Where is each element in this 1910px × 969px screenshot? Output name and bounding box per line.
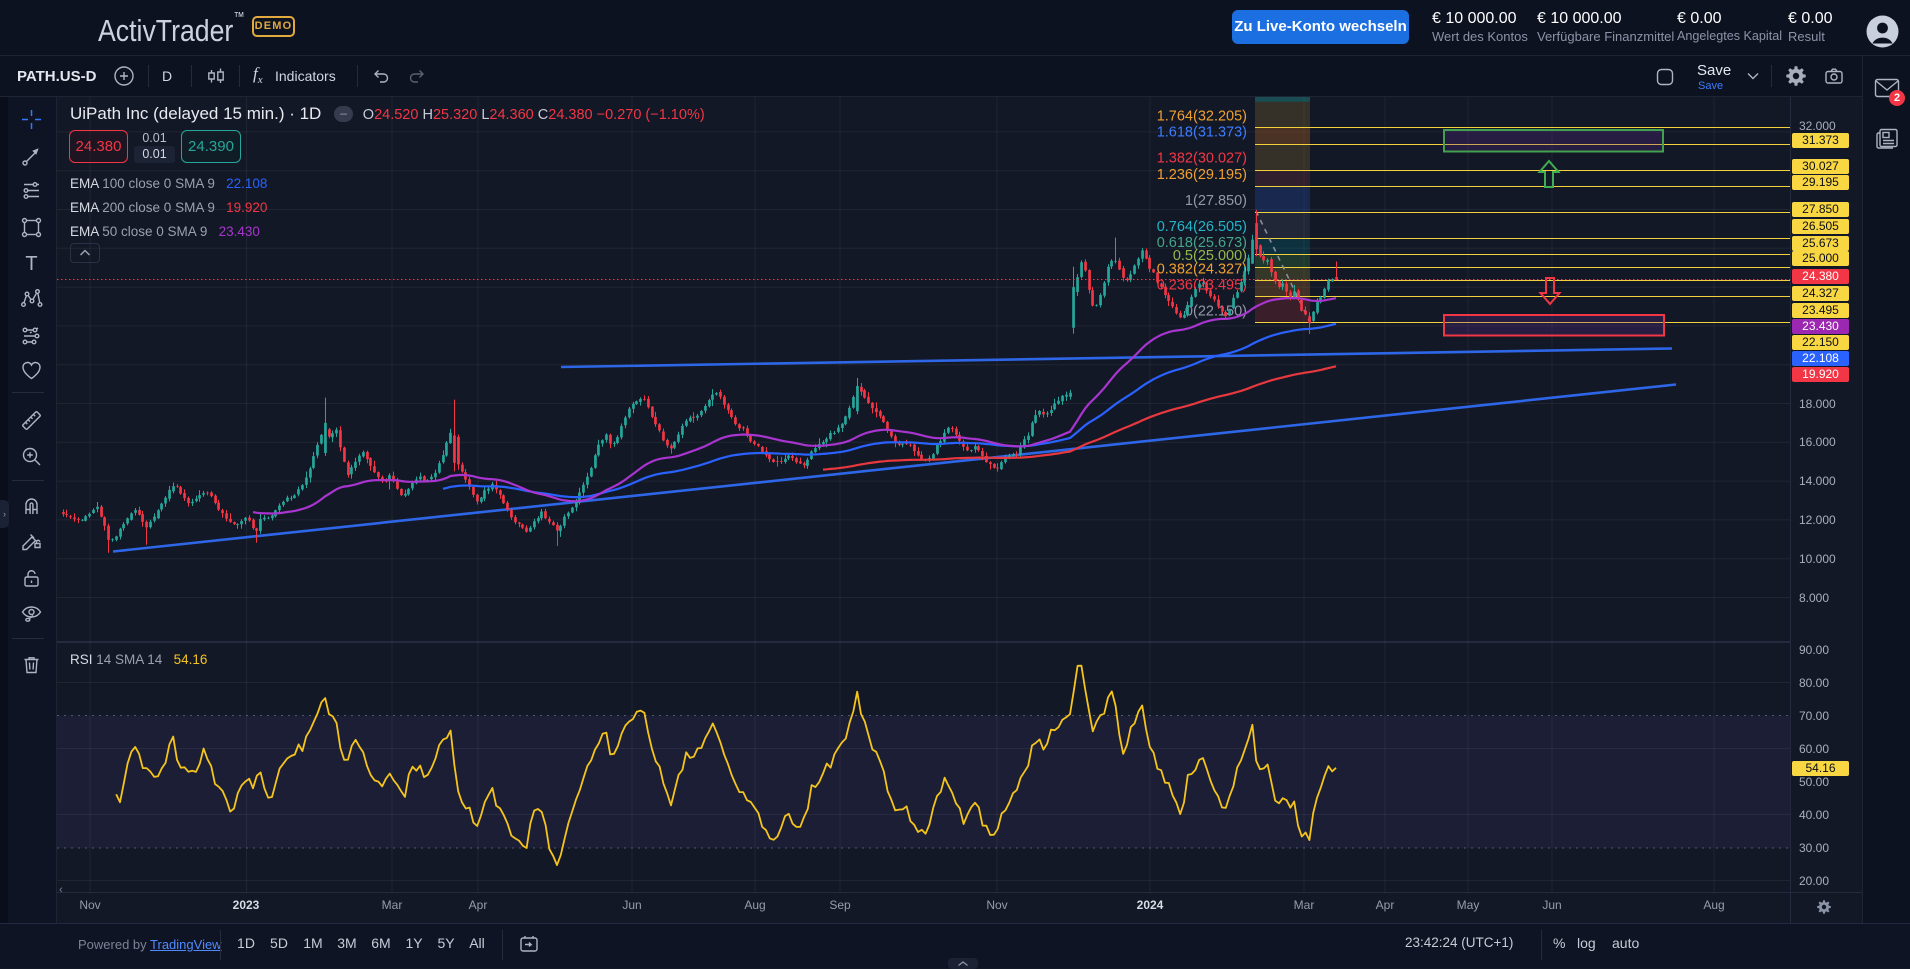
svg-text:1.382(30.027): 1.382(30.027) xyxy=(1157,151,1247,167)
svg-text:0.764(26.505): 0.764(26.505) xyxy=(1157,219,1247,235)
svg-text:1.618(31.373): 1.618(31.373) xyxy=(1157,125,1247,141)
svg-text:T: T xyxy=(25,253,37,275)
svg-text:0.382(24.327): 0.382(24.327) xyxy=(1157,261,1247,277)
svg-text:1(27.850): 1(27.850) xyxy=(1185,193,1247,209)
svg-text:1.764(32.205): 1.764(32.205) xyxy=(1157,108,1247,124)
svg-text:1.236(29.195): 1.236(29.195) xyxy=(1157,167,1247,183)
